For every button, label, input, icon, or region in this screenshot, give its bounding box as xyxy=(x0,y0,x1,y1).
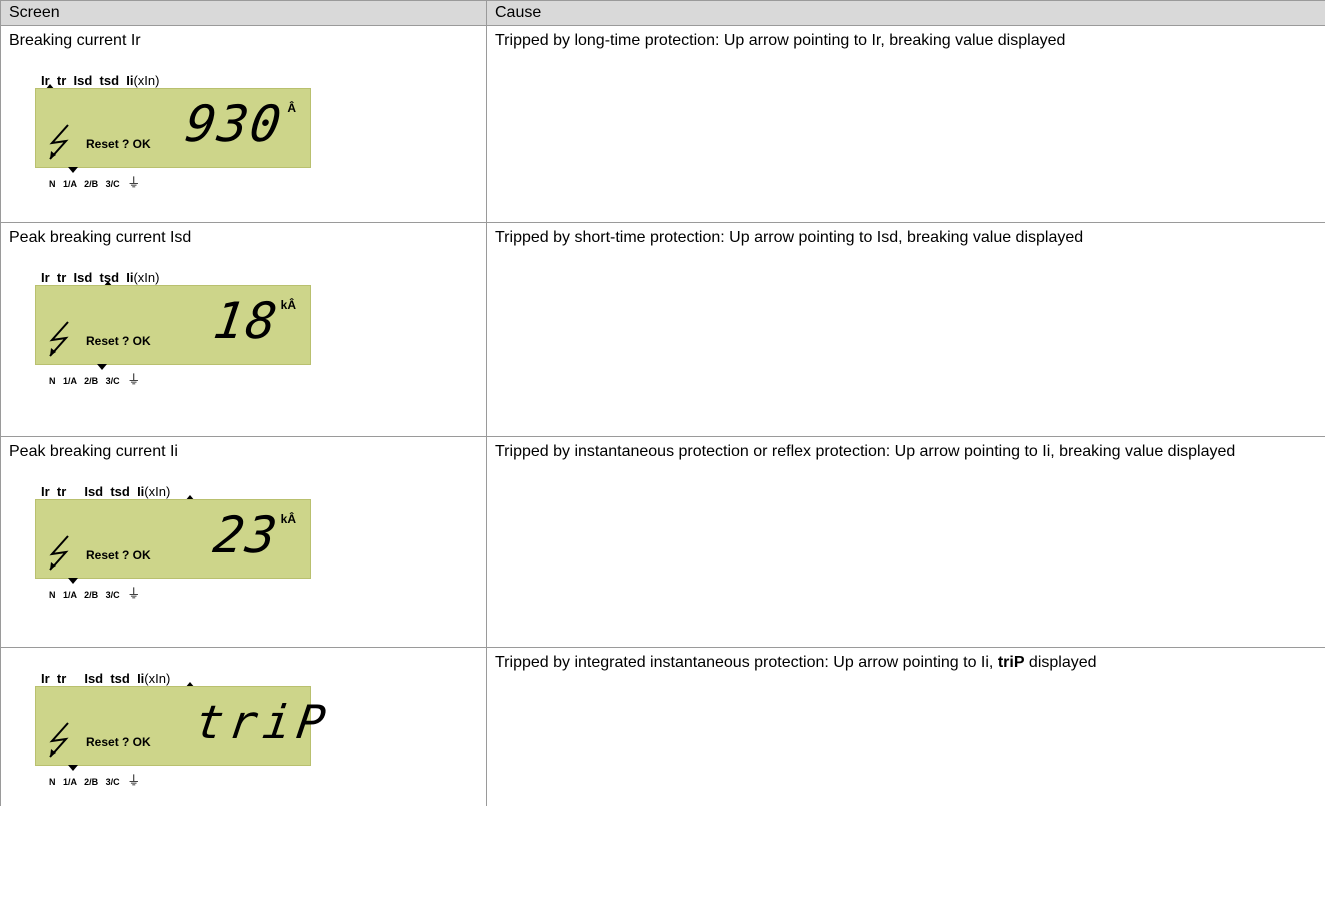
ground-icon: ⏚ xyxy=(127,586,141,601)
screen-caption: Peak breaking current Isd xyxy=(9,229,192,246)
trip-keyword: triP xyxy=(997,654,1025,671)
column-header-screen: Screen xyxy=(0,0,487,26)
unit-label: kÂ xyxy=(280,512,296,526)
lcd-display: Ir tr Isd tsd Ii(xIn) Reset ? OK 930 Â N… xyxy=(27,70,311,190)
table-row: Peak breaking current Ii Ir tr Isd tsd I… xyxy=(0,436,1325,648)
ground-icon: ⏚ xyxy=(127,175,141,190)
phase-labels: N 1/A 2/B 3/C ⏚ xyxy=(49,175,141,190)
reset-prompt: Reset ? OK xyxy=(86,137,151,151)
lcd-screen: Reset ? OK 23 kÂ xyxy=(35,499,311,579)
phase-labels: N 1/A 2/B 3/C ⏚ xyxy=(49,586,141,601)
screen-cell: Peak breaking current Ii Ir tr Isd tsd I… xyxy=(0,436,487,648)
lcd-screen: Reset ? OK triP xyxy=(35,686,335,766)
screen-caption: Breaking current Ir xyxy=(9,32,141,49)
phase-labels: N 1/A 2/B 3/C ⏚ xyxy=(49,372,141,387)
table-row: Ir tr Isd tsd Ii(xIn) Reset ? OK triP N … xyxy=(0,647,1325,806)
lcd-screen: Reset ? OK 930 Â xyxy=(35,88,311,168)
cause-text: Tripped by instantaneous protection or r… xyxy=(495,443,1236,460)
trip-indicator: triP xyxy=(192,695,335,749)
ground-icon: ⏚ xyxy=(127,372,141,387)
column-header-cause: Cause xyxy=(486,0,1325,26)
screen-cell: Breaking current Ir Ir tr Isd tsd Ii(xIn… xyxy=(0,25,487,223)
lightning-bolt-icon xyxy=(49,124,69,160)
lightning-bolt-icon xyxy=(49,722,69,758)
screen-cell: Ir tr Isd tsd Ii(xIn) Reset ? OK triP N … xyxy=(0,647,487,806)
unit-label: Â xyxy=(287,101,296,115)
lcd-display: Ir tr Isd tsd Ii(xIn) Reset ? OK triP N … xyxy=(27,668,335,788)
lightning-bolt-icon xyxy=(49,535,69,571)
cause-text: Tripped by integrated instantaneous prot… xyxy=(495,654,1097,671)
ground-icon: ⏚ xyxy=(127,773,141,788)
lcd-display: Ir tr Isd tsd Ii(xIn) Reset ? OK 18 kÂ N… xyxy=(27,267,311,387)
cause-cell: Tripped by integrated instantaneous prot… xyxy=(486,647,1325,806)
reset-prompt: Reset ? OK xyxy=(86,334,151,348)
breaking-value: 930 xyxy=(181,95,287,153)
reset-prompt: Reset ? OK xyxy=(86,735,151,749)
phase-labels: N 1/A 2/B 3/C ⏚ xyxy=(49,773,141,788)
table-row: Peak breaking current Isd Ir tr Isd tsd … xyxy=(0,222,1325,437)
screen-cell: Peak breaking current Isd Ir tr Isd tsd … xyxy=(0,222,487,437)
lightning-bolt-icon xyxy=(49,321,69,357)
lcd-display: Ir tr Isd tsd Ii(xIn) Reset ? OK 23 kÂ N… xyxy=(27,481,311,601)
table-header-row: Screen Cause xyxy=(0,0,1325,26)
lcd-screen: Reset ? OK 18 kÂ xyxy=(35,285,311,365)
cause-cell: Tripped by instantaneous protection or r… xyxy=(486,436,1325,648)
breaking-value: 23 xyxy=(209,506,283,564)
cause-text: Tripped by short-time protection: Up arr… xyxy=(495,229,1084,246)
screen-caption: Peak breaking current Ii xyxy=(9,443,178,460)
breaking-value: 18 xyxy=(209,292,283,350)
table-row: Breaking current Ir Ir tr Isd tsd Ii(xIn… xyxy=(0,25,1325,223)
trip-cause-table: Screen Cause Breaking current Ir Ir tr I… xyxy=(0,0,1325,806)
cause-text: Tripped by long-time protection: Up arro… xyxy=(495,32,1066,49)
cause-cell: Tripped by long-time protection: Up arro… xyxy=(486,25,1325,223)
cause-cell: Tripped by short-time protection: Up arr… xyxy=(486,222,1325,437)
unit-label: kÂ xyxy=(280,298,296,312)
reset-prompt: Reset ? OK xyxy=(86,548,151,562)
